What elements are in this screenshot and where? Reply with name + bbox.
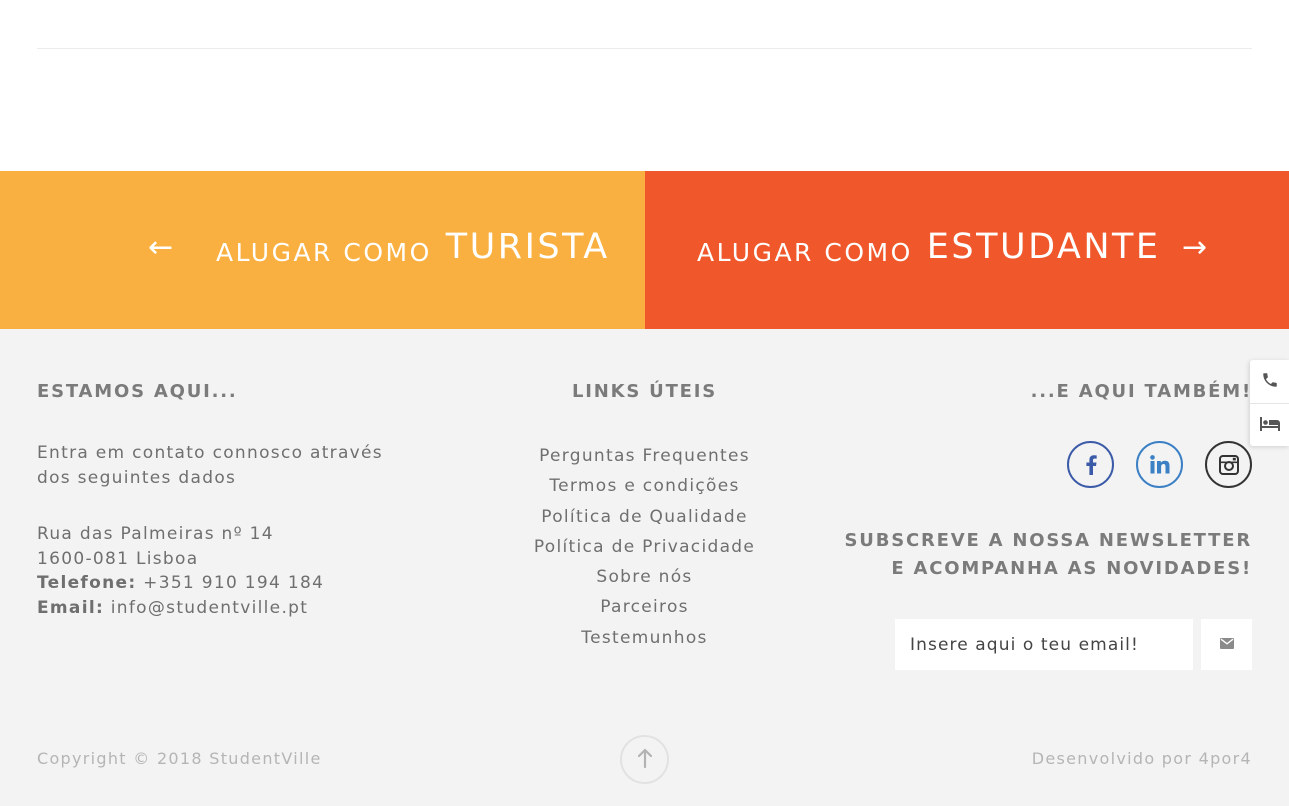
social-title: ...E AQUI TAMBÉM! bbox=[1030, 381, 1252, 402]
envelope-icon bbox=[1219, 637, 1234, 652]
instagram-icon[interactable] bbox=[1205, 441, 1252, 488]
facebook-icon[interactable] bbox=[1067, 441, 1114, 488]
rent-as-student-prefix: ALUGAR COMO bbox=[697, 238, 913, 267]
rent-as-student-label: ESTUDANTE bbox=[926, 227, 1161, 267]
rent-as-tourist-prefix: ALUGAR COMO bbox=[216, 238, 432, 267]
arrow-left-icon: ← bbox=[148, 230, 174, 265]
bed-icon bbox=[1259, 415, 1281, 435]
newsletter-title: SUBSCREVE A NOSSA NEWSLETTER E ACOMPANHA… bbox=[845, 527, 1252, 582]
divider bbox=[37, 48, 1252, 49]
link-privacy-policy[interactable]: Política de Privacidade bbox=[534, 537, 755, 557]
side-quick-tabs bbox=[1250, 360, 1289, 446]
link-quality-policy[interactable]: Política de Qualidade bbox=[541, 507, 747, 527]
link-about[interactable]: Sobre nós bbox=[596, 567, 692, 587]
arrow-right-icon: → bbox=[1182, 230, 1208, 265]
side-tab-booking[interactable] bbox=[1250, 403, 1289, 446]
newsletter-title-line1: SUBSCREVE A NOSSA NEWSLETTER bbox=[844, 530, 1252, 551]
content-top-area bbox=[0, 0, 1289, 171]
newsletter-title-line2: E ACOMPANHA AS NOVIDADES! bbox=[891, 557, 1252, 579]
rent-as-tourist-button[interactable]: ← ALUGAR COMO TURISTA bbox=[0, 171, 645, 329]
link-faq[interactable]: Perguntas Frequentes bbox=[539, 446, 750, 466]
newsletter-form bbox=[895, 619, 1252, 670]
developer-credit: Desenvolvido por 4por4 bbox=[1031, 749, 1252, 768]
newsletter-email-input[interactable] bbox=[895, 619, 1193, 670]
rent-as-student-button[interactable]: ALUGAR COMO ESTUDANTE → bbox=[645, 171, 1289, 329]
arrow-up-icon bbox=[637, 748, 652, 772]
newsletter-submit-button[interactable] bbox=[1201, 619, 1252, 670]
copyright-text: Copyright © 2018 StudentVille bbox=[37, 749, 322, 768]
phone-icon bbox=[1261, 371, 1279, 393]
linkedin-icon[interactable] bbox=[1136, 441, 1183, 488]
social-links bbox=[1067, 441, 1252, 488]
link-partners[interactable]: Parceiros bbox=[600, 597, 689, 617]
rent-as-tourist-label: TURISTA bbox=[445, 227, 610, 267]
side-tab-phone[interactable] bbox=[1250, 360, 1289, 403]
link-testimonials[interactable]: Testemunhos bbox=[581, 628, 707, 648]
back-to-top-button[interactable] bbox=[620, 735, 669, 784]
site-footer: ESTAMOS AQUI... Entra em contato connosc… bbox=[0, 329, 1289, 806]
link-terms[interactable]: Termos e condições bbox=[549, 476, 739, 496]
